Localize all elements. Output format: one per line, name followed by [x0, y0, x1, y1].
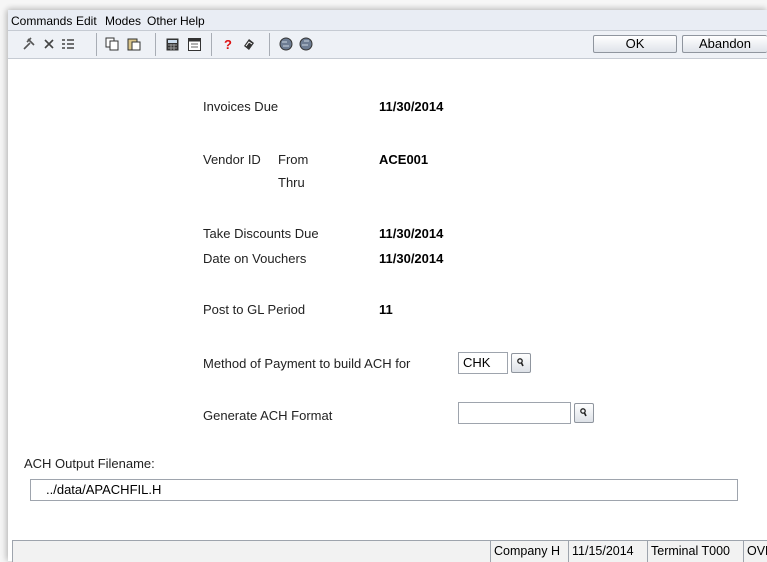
vendor-id-label: Vendor ID [203, 152, 261, 167]
toolbar-separator [211, 33, 212, 56]
post-gl-period-label: Post to GL Period [203, 302, 306, 317]
magnifier-icon [580, 408, 587, 417]
take-discounts-label: Take Discounts Due [203, 226, 319, 241]
tools-icon[interactable] [21, 36, 37, 52]
method-of-payment-field[interactable]: CHK [458, 352, 508, 374]
menu-modes[interactable]: Modes [105, 14, 141, 28]
menu-bar: Commands Edit Modes Other Help [8, 10, 767, 31]
status-date: 11/15/2014 [568, 541, 647, 562]
generate-ach-format-label: Generate ACH Format [203, 408, 333, 423]
paste-icon[interactable] [126, 36, 142, 52]
date-on-vouchers-value[interactable]: 11/30/2014 [379, 251, 443, 266]
menu-other[interactable]: Other [147, 14, 177, 28]
invoices-due-label: Invoices Due [203, 99, 279, 114]
notes-icon[interactable] [241, 36, 257, 52]
status-terminal: Terminal T000 [647, 541, 743, 562]
status-mode: OVR [743, 541, 767, 562]
vendor-thru-label: Thru [278, 175, 305, 190]
menu-help[interactable]: Help [180, 14, 205, 28]
generate-ach-format-field[interactable] [458, 402, 571, 424]
toolbar-separator [96, 33, 97, 56]
menu-commands[interactable]: Commands [11, 14, 72, 28]
status-message [12, 541, 490, 562]
list-icon[interactable] [60, 36, 76, 52]
vendor-from-label: From [278, 152, 309, 167]
invoices-due-value[interactable]: 11/30/2014 [379, 99, 443, 114]
app-window: Commands Edit Modes Other Help ? OK Aban… [8, 10, 767, 562]
calculator-icon[interactable] [164, 36, 180, 52]
calendar-icon[interactable] [186, 36, 202, 52]
help-icon[interactable]: ? [220, 36, 236, 52]
take-discounts-value[interactable]: 11/30/2014 [379, 226, 443, 241]
globe-forward-icon[interactable] [298, 36, 314, 52]
globe-back-icon[interactable] [278, 36, 294, 52]
status-company: Company H [490, 541, 568, 562]
method-of-payment-label: Method of Payment to build ACH for [203, 356, 411, 371]
menu-edit[interactable]: Edit [76, 14, 97, 28]
post-gl-period-value[interactable]: 11 [379, 302, 393, 317]
method-of-payment-lookup-button[interactable] [511, 353, 531, 373]
copy-icon[interactable] [104, 36, 120, 52]
ach-output-filename-field[interactable]: ../data/APACHFIL.H [30, 479, 738, 501]
date-on-vouchers-label: Date on Vouchers [203, 251, 307, 266]
toolbar: ? OK Abandon [8, 31, 767, 59]
status-bar: Company H 11/15/2014 Terminal T000 OVR [12, 540, 767, 562]
toolbar-separator [269, 33, 270, 56]
vendor-from-value[interactable]: ACE001 [379, 152, 428, 167]
ach-output-filename-label: ACH Output Filename: [24, 456, 155, 471]
delete-icon[interactable] [41, 36, 57, 52]
generate-ach-format-lookup-button[interactable] [574, 403, 594, 423]
ok-button[interactable]: OK [593, 35, 677, 53]
abandon-button[interactable]: Abandon [682, 35, 767, 53]
magnifier-icon [517, 358, 524, 367]
toolbar-separator [155, 33, 156, 56]
